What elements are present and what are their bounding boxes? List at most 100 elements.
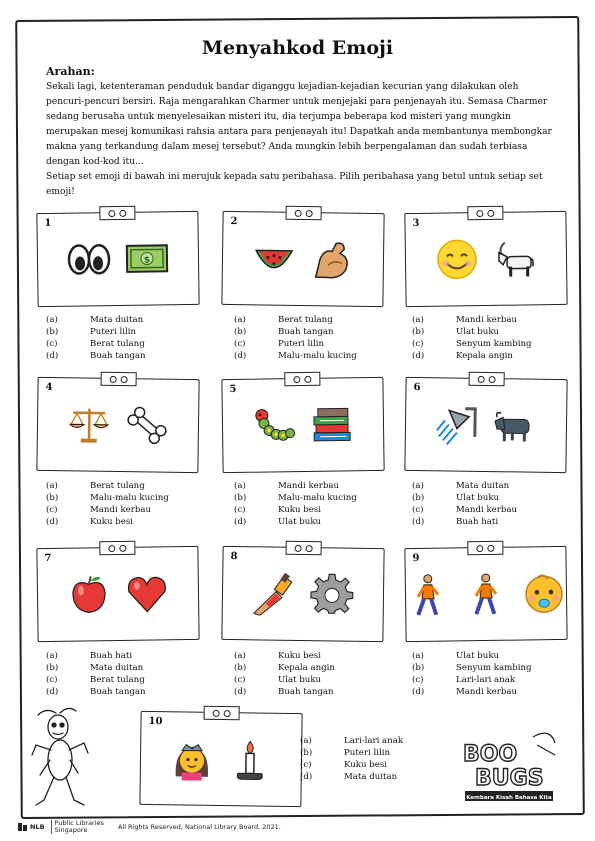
option-text: Kuku besi	[278, 505, 321, 515]
answer-option[interactable]: (c) Ulat buku	[234, 674, 335, 686]
nlb-logo-icon	[18, 823, 27, 831]
page-title: Menyahkod Emoji	[201, 37, 394, 59]
puzzle-number: 4	[45, 381, 53, 394]
person-walking-icon	[406, 573, 451, 622]
answer-option[interactable]: (a) Kuku besi	[234, 650, 335, 662]
nlb-logo: NLB	[18, 823, 45, 831]
option-text: Lari-lari anak	[456, 675, 516, 685]
puzzle-card-1: 1 $	[36, 205, 200, 308]
svg-text:Kembara Kisah Bahasa Kita: Kembara Kisah Bahasa Kita	[466, 795, 552, 801]
answer-option[interactable]: (d) Kepala angin	[412, 350, 532, 362]
option-text: Mandi kerbau	[90, 505, 151, 515]
puzzle-number: 7	[44, 552, 52, 565]
paper-clip-tape	[285, 540, 322, 556]
red-heart-icon	[125, 571, 170, 620]
paper-clip-tape	[468, 371, 505, 387]
answer-option[interactable]: (a) Mandi kerbau	[234, 480, 357, 492]
answer-options-9: (a) Ulat buku (b) Senyum kambing (c) Lari-lar…	[412, 650, 532, 698]
answer-option[interactable]: (c) Kuku besi	[300, 759, 403, 771]
emoji-set	[406, 402, 567, 452]
option-letter: (c)	[46, 675, 58, 685]
answer-option[interactable]: (b) Ulat buku	[412, 492, 517, 504]
answer-option[interactable]: (b) Malu-malu kucing	[46, 492, 169, 504]
flexed-biceps-icon	[310, 237, 355, 286]
answer-option[interactable]: (d) Buah tangan	[234, 686, 335, 698]
goat-icon	[493, 236, 538, 285]
answer-option[interactable]: (b) Senyum kambing	[412, 662, 532, 674]
answer-option[interactable]: (d) Malu-malu kucing	[234, 350, 357, 362]
answer-option[interactable]: (c) Mandi kerbau	[46, 504, 169, 516]
answer-option[interactable]: (a) Mata duitan	[46, 314, 146, 326]
option-text: Mata duitan	[456, 481, 510, 491]
option-text: Mata duitan	[90, 663, 144, 673]
answer-option[interactable]: (b) Mata duitan	[46, 662, 146, 674]
answer-option[interactable]: (c) Berat tulang	[46, 338, 146, 350]
option-text: Kepala angin	[456, 351, 513, 361]
answer-option[interactable]: (a) Mata duitan	[412, 480, 517, 492]
answer-option[interactable]: (c) Mandi kerbau	[412, 504, 517, 516]
option-letter: (c)	[46, 505, 58, 515]
answer-option[interactable]: (a) Mandi kerbau	[412, 314, 532, 326]
option-letter: (b)	[234, 493, 247, 503]
option-letter: (d)	[234, 351, 247, 361]
answer-options-10: (a) Lari-lari anak (b) Puteri lilin (c) Kuku …	[300, 735, 403, 783]
answer-option[interactable]: (d) Ulat buku	[234, 516, 357, 528]
option-text: Malu-malu kucing	[278, 493, 357, 503]
answer-option[interactable]: (d) Kuku besi	[46, 516, 169, 528]
option-letter: (d)	[234, 517, 247, 527]
option-letter: (d)	[46, 351, 59, 361]
answer-option[interactable]: (d) Buah tangan	[46, 350, 146, 362]
answer-option[interactable]: (a) Buah hati	[46, 650, 146, 662]
answer-option[interactable]: (b) Buah tangan	[234, 326, 357, 338]
eyes-icon	[67, 237, 112, 286]
puzzle-card-2: 2	[221, 205, 385, 308]
answer-option[interactable]: (c) Puteri lilin	[234, 338, 357, 350]
answer-option[interactable]: (c) Lari-lari anak	[412, 674, 532, 686]
answer-option[interactable]: (a) Ulat buku	[412, 650, 532, 662]
answer-option[interactable]: (d) Mata duitan	[300, 771, 403, 783]
option-text: Berat tulang	[278, 315, 333, 325]
answer-option[interactable]: (c) Kuku besi	[234, 504, 357, 516]
baby-icon	[522, 571, 567, 620]
option-text: Mata duitan	[344, 772, 398, 782]
answer-option[interactable]: (a) Lari-lari anak	[300, 735, 403, 747]
option-letter: (d)	[234, 687, 247, 697]
option-letter: (a)	[234, 481, 246, 491]
emoji-set: $	[38, 236, 199, 286]
emoji-set	[38, 571, 199, 621]
puzzle-number: 3	[412, 217, 420, 230]
option-text: Ulat buku	[456, 493, 500, 503]
puzzle-card-6: 6	[404, 371, 568, 474]
option-letter: (b)	[234, 327, 247, 337]
puzzle-number: 1	[44, 217, 52, 230]
answer-option[interactable]: (c) Senyum kambing	[412, 338, 532, 350]
red-apple-icon	[67, 572, 112, 621]
option-letter: (a)	[46, 481, 58, 491]
option-letter: (d)	[412, 687, 425, 697]
emoji-set	[406, 236, 567, 286]
puzzle-card-3: 3	[404, 205, 568, 308]
option-text: Puteri lilin	[344, 748, 390, 758]
option-text: Kuku besi	[344, 760, 387, 770]
answer-option[interactable]: (d) Buah hati	[412, 516, 517, 528]
answer-options-6: (a) Mata duitan (b) Ulat buku (c) Mandi kerba…	[412, 480, 517, 528]
option-letter: (a)	[300, 736, 312, 746]
answer-option[interactable]: (c) Berat tulang	[46, 674, 146, 686]
answer-option[interactable]: (b) Puteri lilin	[300, 747, 403, 759]
person-walking-icon	[464, 572, 509, 621]
answer-option[interactable]: (a) Berat tulang	[46, 480, 169, 492]
answer-option[interactable]: (a) Berat tulang	[234, 314, 357, 326]
option-letter: (c)	[412, 339, 424, 349]
puzzle-card-5: 5	[221, 371, 385, 474]
answer-option[interactable]: (b) Ulat buku	[412, 326, 532, 338]
answer-option[interactable]: (b) Malu-malu kucing	[234, 492, 357, 504]
answer-option[interactable]: (d) Buah tangan	[46, 686, 146, 698]
option-letter: (b)	[234, 663, 247, 673]
paper-clip-tape	[285, 205, 322, 221]
svg-text:$: $	[144, 256, 150, 266]
answer-option[interactable]: (d) Mandi kerbau	[412, 686, 532, 698]
option-letter: (c)	[300, 760, 312, 770]
option-letter: (c)	[234, 675, 246, 685]
answer-option[interactable]: (b) Kepala angin	[234, 662, 335, 674]
answer-option[interactable]: (b) Puteri lilin	[46, 326, 146, 338]
